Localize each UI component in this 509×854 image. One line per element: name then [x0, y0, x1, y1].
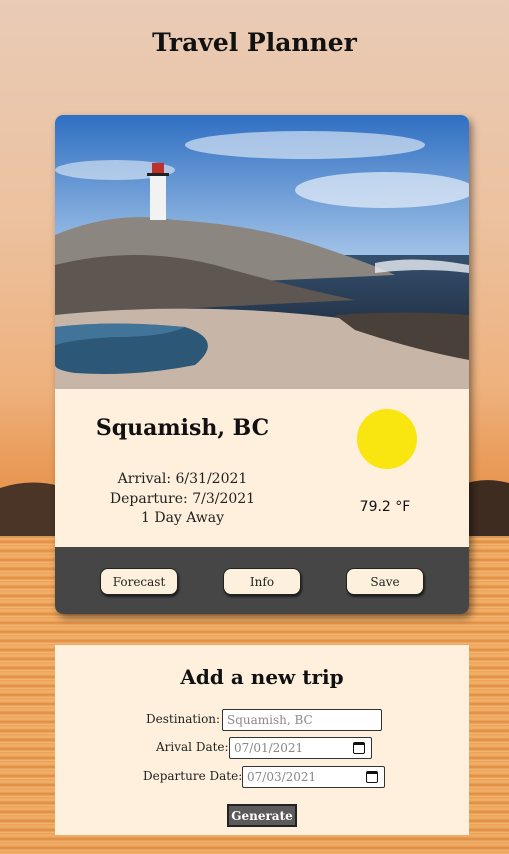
arrival-date-value: 07/01/2021	[234, 741, 304, 755]
trip-details: Squamish, BC Arrival: 6/31/2021 Departur…	[55, 389, 469, 547]
trip-card: Squamish, BC Arrival: 6/31/2021 Departur…	[55, 115, 469, 614]
departure-date-text: Departure: 7/3/2021	[109, 491, 256, 507]
departure-date-value: 07/03/2021	[247, 770, 317, 784]
form-title: Add a new trip	[180, 665, 344, 689]
card-action-bar: Forecast Info Save	[55, 547, 469, 614]
arrival-date-input[interactable]: 07/01/2021	[229, 737, 372, 759]
arrival-date-label: Arival Date:	[156, 740, 229, 754]
save-button[interactable]: Save	[346, 568, 424, 595]
calendar-icon[interactable]	[353, 742, 365, 754]
destination-label: Destination:	[146, 712, 221, 726]
departure-date-row: Departure Date: 07/03/2021	[55, 766, 469, 788]
days-away-text: 1 Day Away	[140, 510, 224, 526]
destination-row: Destination: Squamish, BC	[55, 709, 469, 731]
departure-date-input[interactable]: 07/03/2021	[242, 766, 385, 788]
forecast-button[interactable]: Forecast	[100, 568, 178, 595]
new-trip-form: Add a new trip Destination: Squamish, BC…	[55, 645, 469, 835]
trip-dates: Arrival: 6/31/2021 Departure: 7/3/2021 1…	[55, 469, 310, 527]
destination-photo	[55, 115, 469, 389]
sun-icon	[357, 409, 417, 469]
arrival-date-text: Arrival: 6/31/2021	[117, 471, 248, 487]
departure-date-label: Departure Date:	[143, 769, 243, 783]
page-title: Travel Planner	[152, 28, 357, 57]
destination-input[interactable]: Squamish, BC	[222, 709, 382, 731]
calendar-icon[interactable]	[366, 771, 378, 783]
destination-name: Squamish, BC	[95, 415, 270, 441]
arrival-date-row: Arival Date: 07/01/2021	[55, 737, 469, 759]
info-button[interactable]: Info	[223, 568, 301, 595]
temperature-text: 79.2 °F	[359, 499, 411, 515]
destination-value: Squamish, BC	[227, 713, 313, 727]
generate-button[interactable]: Generate	[227, 804, 297, 827]
